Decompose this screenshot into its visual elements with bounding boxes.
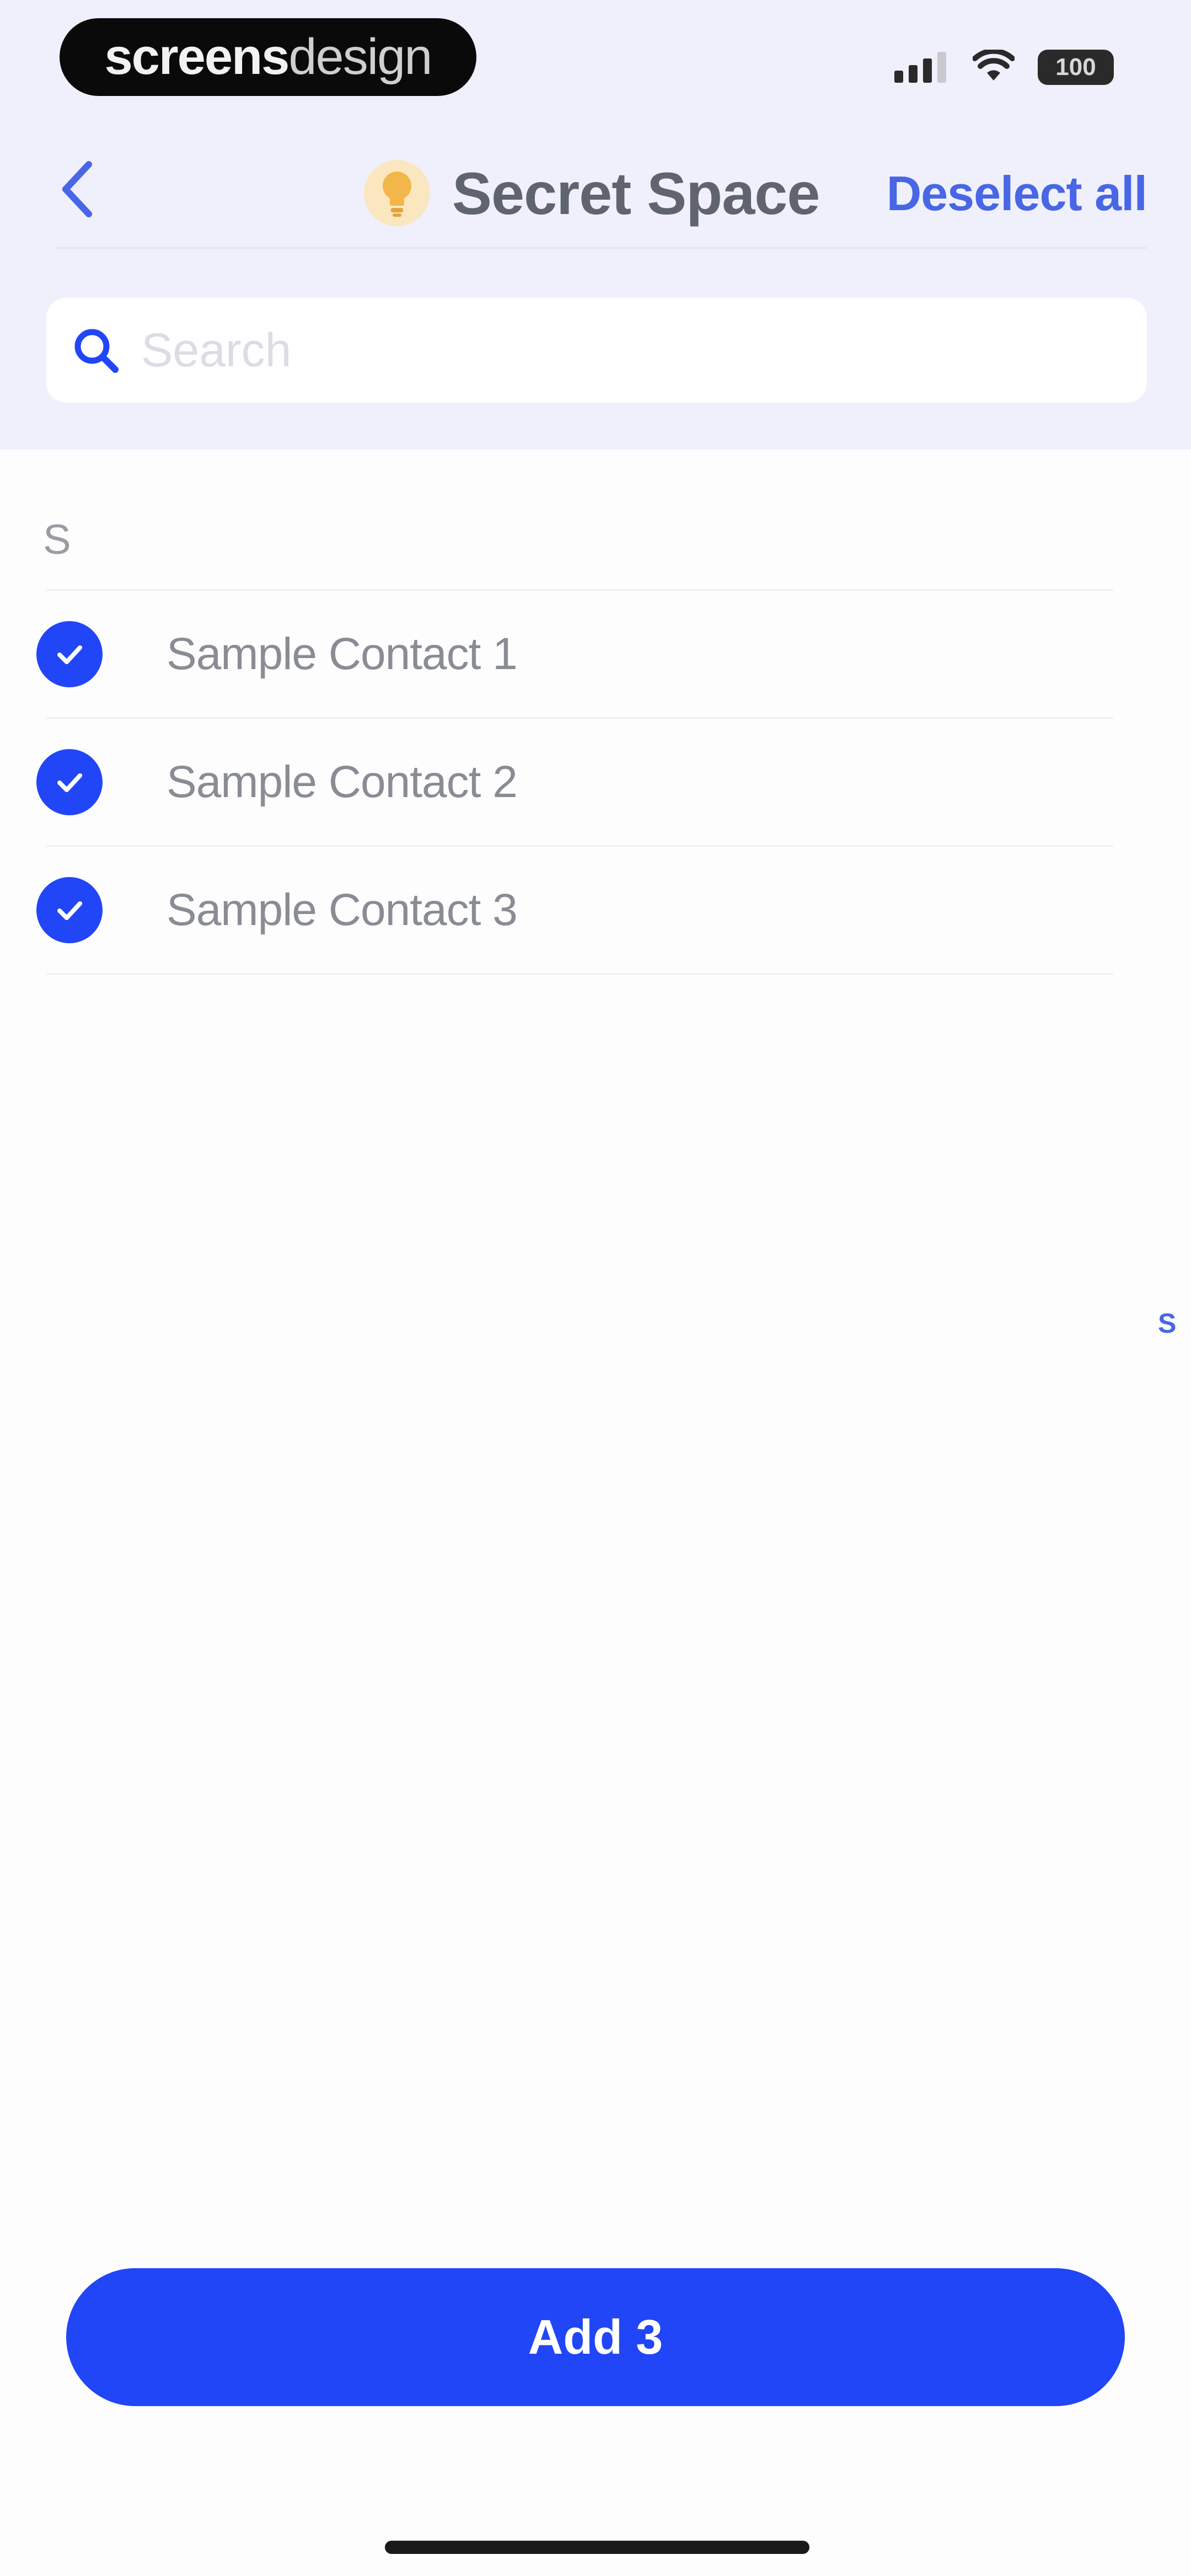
add-button[interactable]: Add 3 (66, 2268, 1125, 2406)
index-scrubber-letter[interactable]: S (1158, 1307, 1176, 1339)
search-input[interactable] (140, 322, 1080, 378)
contact-name: Sample Contact 1 (167, 629, 518, 679)
checkmark-icon[interactable] (36, 621, 103, 687)
home-indicator (385, 2541, 809, 2554)
back-button[interactable] (50, 154, 105, 226)
chevron-left-icon (58, 159, 96, 222)
watermark-badge: screens design (60, 18, 476, 96)
checkmark-icon[interactable] (36, 749, 103, 815)
lightbulb-icon (364, 160, 430, 226)
search-icon (63, 317, 129, 383)
wifi-icon (972, 48, 1015, 85)
status-icons: 100 (894, 45, 1114, 89)
checkmark-icon[interactable] (36, 877, 103, 943)
contact-row[interactable]: Sample Contact 2 (0, 719, 1114, 847)
contact-row[interactable]: Sample Contact 1 (0, 591, 1114, 719)
row-divider (46, 973, 1113, 975)
contact-name: Sample Contact 3 (167, 885, 518, 935)
search-bar[interactable] (46, 298, 1147, 403)
contact-row[interactable]: Sample Contact 3 (0, 847, 1114, 975)
signal-icon (894, 50, 949, 85)
battery-icon: 100 (1038, 50, 1114, 85)
page-title: Secret Space (452, 159, 820, 227)
watermark-bold-text: screens (104, 29, 290, 85)
watermark-light-text: design (288, 29, 432, 85)
section-header: S (43, 516, 71, 563)
nav-title: Secret Space (364, 154, 820, 232)
nav-divider (55, 247, 1147, 249)
deselect-all-button[interactable]: Deselect all (887, 165, 1147, 222)
contact-name: Sample Contact 2 (167, 757, 518, 807)
